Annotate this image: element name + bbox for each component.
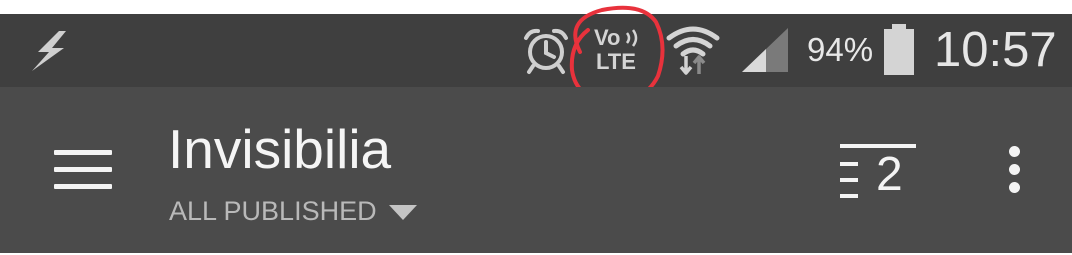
battery-percent: 94% bbox=[807, 31, 874, 68]
battery-icon bbox=[884, 24, 914, 75]
filter-dropdown[interactable]: ALL PUBLISHED bbox=[169, 196, 417, 226]
menu-button[interactable] bbox=[54, 150, 112, 190]
flash-icon bbox=[32, 31, 66, 71]
sort-count: 2 bbox=[876, 148, 903, 201]
page-title: Invisibilia bbox=[168, 118, 392, 180]
more-vert-icon bbox=[1000, 146, 1028, 193]
sort-button[interactable]: 2 bbox=[838, 142, 918, 202]
more-options-button[interactable] bbox=[1000, 146, 1028, 200]
status-time: 10:57 bbox=[934, 23, 1057, 77]
filter-dropdown-label: ALL PUBLISHED bbox=[169, 196, 377, 226]
screenshot-frame: Vo LTE 94% 10:57 Invisibilia ALL PUBLISH… bbox=[0, 0, 1072, 255]
menu-icon bbox=[54, 150, 112, 189]
signal-icon bbox=[742, 28, 788, 72]
dropdown-caret-icon bbox=[388, 204, 417, 220]
wifi-icon bbox=[666, 26, 720, 75]
